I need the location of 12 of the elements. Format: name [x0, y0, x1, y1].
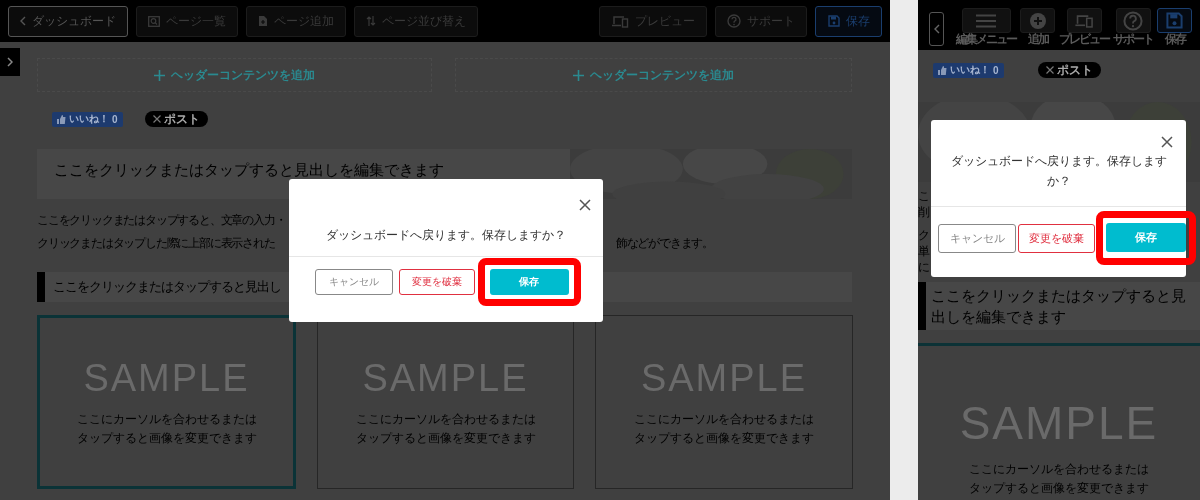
dialog-message: ダッシュボードへ戻ります。保存しますか？	[326, 227, 566, 244]
heading-text: ここをクリックまたはタップすると見出しを編集できます	[931, 286, 1187, 327]
toolbar-label: 追加	[1027, 33, 1048, 46]
toolbar-label: プレビュー	[1059, 33, 1109, 46]
heading-text: ここをクリックまたはタップすると見出しを編集できます	[53, 161, 445, 178]
toolbar-label: 保存	[1164, 33, 1185, 46]
paragraph-text: 単	[918, 242, 930, 260]
toolbar-label: サポート	[1113, 33, 1153, 46]
toolbar-label: 編集メニュー	[956, 33, 1016, 46]
paragraph-text: 飾などができます。	[615, 235, 713, 252]
heading-text: ここをクリックまたはタップすると見出し	[53, 278, 281, 296]
dialog-message: ダッシュボードへ戻ります。保存しますか？	[949, 153, 1168, 190]
